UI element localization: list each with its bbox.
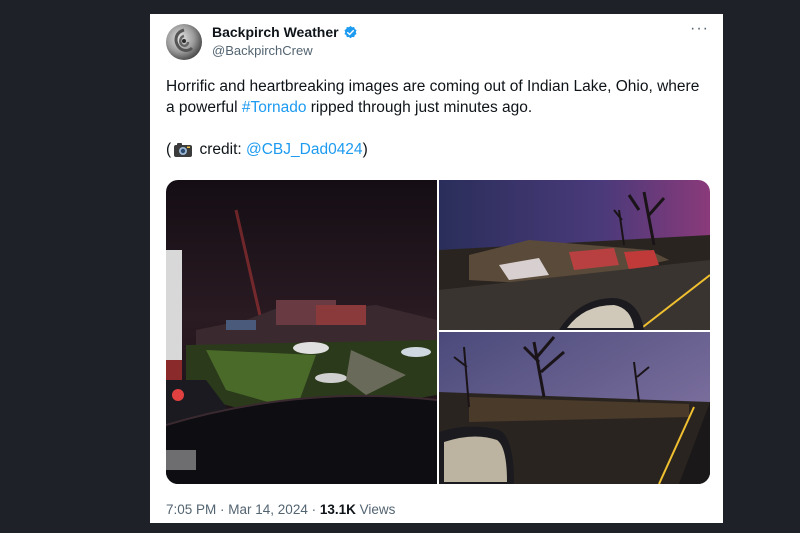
tornado-damage-photo-3[interactable] — [439, 332, 710, 484]
more-horizontal-icon[interactable]: ··· — [690, 20, 709, 38]
credit-label: credit: — [195, 141, 246, 158]
tornado-damage-photo-1[interactable] — [166, 180, 437, 484]
separator: · — [216, 502, 229, 517]
views-label: Views — [355, 502, 396, 517]
post-text: Horrific and heartbreaking images are co… — [166, 76, 711, 160]
post-meta: 7:05 PM · Mar 14, 2024 · 13.1K Views — [166, 502, 395, 517]
verified-badge-icon — [344, 25, 357, 38]
post-card[interactable]: Backpirch Weather @BackpirchCrew ··· Hor… — [150, 14, 723, 523]
media-grid — [166, 180, 710, 484]
camera-icon — [174, 142, 193, 157]
credit-close: ) — [362, 141, 368, 158]
post-text-part: ripped through just minutes ago. — [306, 99, 533, 116]
user-handle[interactable]: @BackpirchCrew — [212, 43, 313, 58]
separator: · — [307, 502, 320, 517]
display-name[interactable]: Backpirch Weather — [212, 24, 339, 40]
post-time[interactable]: 7:05 PM — [166, 502, 216, 517]
tornado-damage-photo-2[interactable] — [439, 180, 710, 330]
avatar[interactable] — [166, 24, 202, 60]
views-count: 13.1K — [319, 502, 356, 517]
credit-open: ( — [166, 141, 172, 158]
post-date[interactable]: Mar 14, 2024 — [228, 502, 308, 517]
hashtag-link[interactable]: #Tornado — [242, 99, 307, 116]
credit-mention-link[interactable]: @CBJ_Dad0424 — [246, 141, 363, 158]
